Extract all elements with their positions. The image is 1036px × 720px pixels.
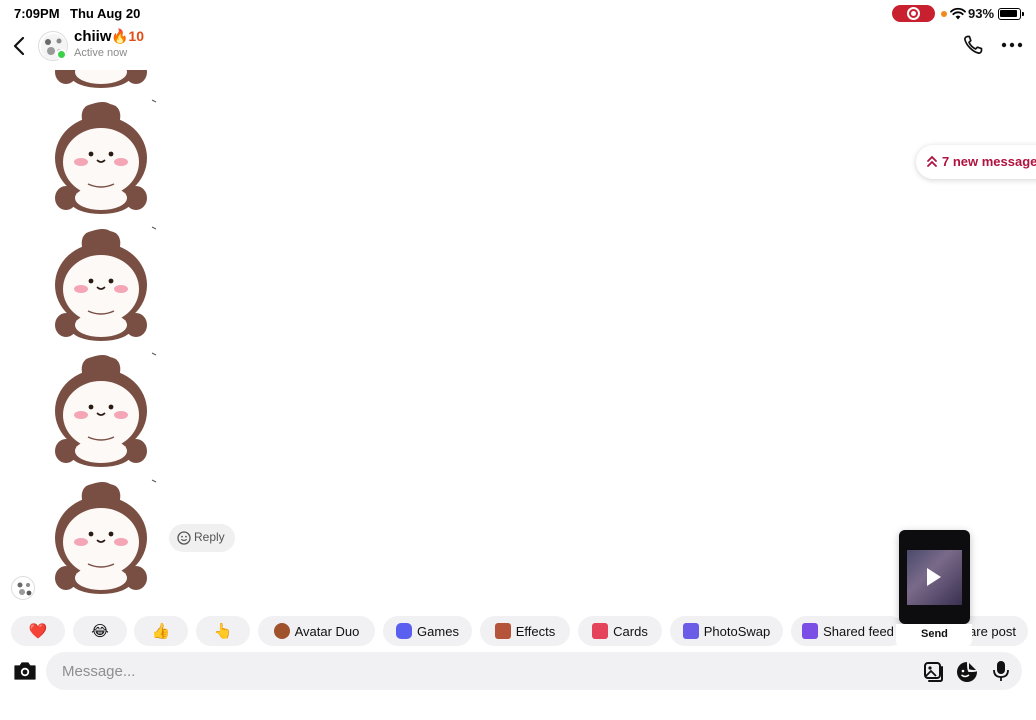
online-indicator xyxy=(56,49,67,60)
sticker-message[interactable] xyxy=(40,225,162,347)
sticker-message[interactable] xyxy=(40,70,162,94)
status-bar: 7:09PM Thu Aug 20 93% xyxy=(0,0,1036,28)
photoswap-chip[interactable]: PhotoSwap xyxy=(670,616,783,646)
laugh-reaction-chip[interactable]: 😂 xyxy=(73,616,127,646)
status-time: 7:09PM xyxy=(14,6,60,21)
shared-feed-icon xyxy=(802,623,819,639)
send-media-label[interactable]: Send xyxy=(921,628,948,640)
battery-icon xyxy=(998,8,1024,20)
phone-icon[interactable] xyxy=(961,33,985,57)
back-chevron-icon[interactable] xyxy=(8,34,32,58)
photoswap-icon xyxy=(682,623,699,639)
double-chevron-up-icon xyxy=(927,155,937,167)
message-thread[interactable]: 7 new messages Reply xyxy=(0,70,1036,610)
heart-reaction-chip[interactable]: ❤️ xyxy=(11,616,65,646)
wifi-icon xyxy=(950,7,966,20)
new-messages-button[interactable]: 7 new messages xyxy=(916,145,1036,179)
reply-button[interactable]: Reply xyxy=(169,524,235,552)
cards-icon xyxy=(592,623,609,639)
microphone-icon[interactable] xyxy=(990,659,1012,683)
sender-avatar[interactable] xyxy=(11,576,35,600)
message-input[interactable] xyxy=(46,652,1022,690)
screen-recording-icon[interactable] xyxy=(892,5,935,22)
mic-in-use-indicator xyxy=(941,11,947,17)
status-date: Thu Aug 20 xyxy=(70,6,141,21)
games-chip[interactable]: Games xyxy=(383,616,472,646)
reply-label: Reply xyxy=(194,530,225,544)
cards-label: Cards xyxy=(613,623,648,639)
shared-feed-chip[interactable]: Shared feed xyxy=(791,616,905,646)
recent-media-thumbnail[interactable] xyxy=(899,530,970,624)
effects-label: Effects xyxy=(515,623,556,639)
avatar-duo-chip[interactable]: Avatar Duo xyxy=(258,616,375,646)
gamepad-icon xyxy=(396,623,413,639)
play-icon xyxy=(927,568,941,586)
photoswap-label: PhotoSwap xyxy=(703,623,771,639)
thumbs-up-reaction-chip[interactable]: 👍 xyxy=(134,616,188,646)
cards-chip[interactable]: Cards xyxy=(578,616,662,646)
streak-badge: 🔥10 xyxy=(111,28,145,44)
gallery-icon[interactable] xyxy=(922,660,946,684)
quick-actions-bar: ❤️ 😂 👍 👆 Avatar Duo Games Effects Cards … xyxy=(0,616,1036,646)
shared-feed-label: Shared feed xyxy=(823,623,894,639)
more-options-icon[interactable] xyxy=(999,33,1025,57)
activity-status: Active now xyxy=(74,47,128,59)
games-label: Games xyxy=(417,623,459,639)
sticker-message[interactable] xyxy=(40,478,162,600)
contact-name[interactable]: chiiw xyxy=(74,28,112,45)
avatar-duo-icon xyxy=(273,623,290,639)
sticker-message[interactable] xyxy=(40,98,162,220)
effects-icon xyxy=(494,623,511,639)
point-up-reaction-chip[interactable]: 👆 xyxy=(196,616,250,646)
sticker-icon[interactable] xyxy=(955,660,979,684)
camera-icon[interactable] xyxy=(12,659,38,683)
share-post-label: are post xyxy=(969,623,1016,639)
avatar-duo-label: Avatar Duo xyxy=(294,623,360,639)
new-messages-label: 7 new messages xyxy=(942,154,1036,169)
battery-percentage: 93% xyxy=(968,6,995,21)
sticker-message[interactable] xyxy=(40,351,162,473)
smiley-icon xyxy=(177,531,191,545)
effects-chip[interactable]: Effects xyxy=(480,616,570,646)
